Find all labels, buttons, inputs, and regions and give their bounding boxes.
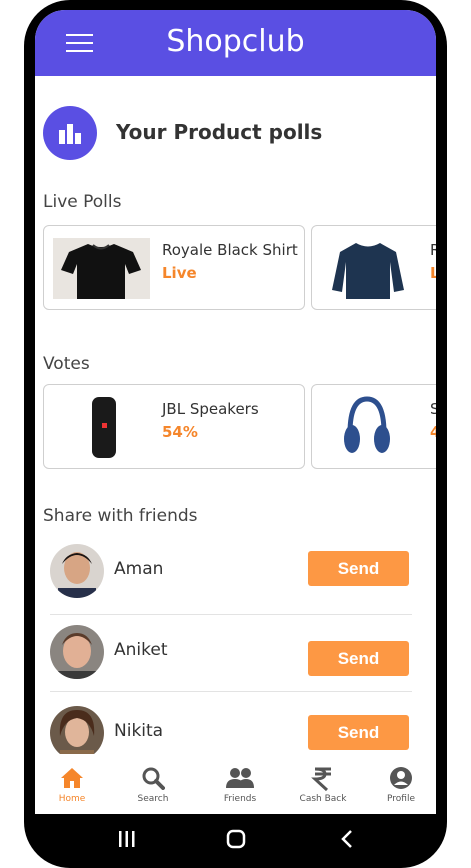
tab-label: Friends — [223, 794, 257, 804]
tab-label: Home — [58, 794, 86, 804]
divider — [50, 614, 412, 615]
divider — [50, 691, 412, 692]
friend-name: Nikita — [114, 721, 164, 741]
page-title: Your Product polls — [116, 120, 323, 144]
votes-label: Votes — [43, 354, 90, 374]
vote-percent: 54% — [162, 423, 198, 441]
avatar — [50, 706, 104, 760]
share-label: Share with friends — [43, 506, 198, 526]
avatar — [50, 544, 104, 598]
bottom-tab-bar: Home Search Friends Cash Back Profile — [35, 754, 436, 814]
tab-label: Cash Back — [299, 794, 347, 804]
home-circle-icon[interactable] — [226, 829, 246, 849]
friend-name: Aniket — [114, 640, 168, 660]
rupee-icon — [311, 767, 331, 792]
black-shirt-image — [53, 238, 150, 299]
friend-row: Aman Send — [50, 544, 412, 598]
headphones-image — [344, 396, 390, 453]
recent-apps-icon[interactable] — [118, 830, 136, 848]
send-button[interactable]: Send — [308, 551, 409, 586]
bar-chart-icon — [43, 106, 97, 160]
poll-status: L — [430, 264, 436, 282]
tab-search[interactable]: Search — [118, 754, 188, 814]
navy-sweater-image — [328, 238, 408, 299]
vote-card[interactable]: S 4 — [311, 384, 436, 469]
search-icon — [142, 767, 165, 790]
vote-percent: 4 — [430, 423, 436, 441]
avatar — [50, 625, 104, 679]
tab-friends[interactable]: Friends — [205, 754, 275, 814]
live-poll-card[interactable]: R L — [311, 225, 436, 310]
speaker-image — [92, 397, 116, 458]
tab-label: Profile — [387, 794, 415, 804]
vote-product-name: JBL Speakers — [162, 400, 259, 418]
back-icon[interactable] — [340, 829, 354, 849]
app-header: Shopclub — [35, 10, 436, 76]
live-polls-label: Live Polls — [43, 192, 122, 212]
tab-profile[interactable]: Profile — [366, 754, 436, 814]
poll-product-name: R — [430, 241, 436, 259]
friends-icon — [226, 768, 254, 788]
system-nav-bar — [35, 814, 436, 868]
home-icon — [61, 768, 83, 788]
send-button[interactable]: Send — [308, 641, 409, 676]
poll-product-name: Royale Black Shirt — [162, 241, 298, 259]
vote-product-name: S — [430, 400, 436, 418]
send-button[interactable]: Send — [308, 715, 409, 750]
tab-cash-back[interactable]: Cash Back — [288, 754, 358, 814]
profile-icon — [390, 767, 412, 789]
friend-row: Nikita Send — [50, 706, 412, 760]
tab-label: Search — [137, 794, 169, 804]
app-screen: Shopclub Your Product polls Live Polls R… — [35, 10, 436, 814]
friend-row: Aniket Send — [50, 625, 412, 679]
live-poll-card[interactable]: Royale Black Shirt Live — [43, 225, 305, 310]
tab-home[interactable]: Home — [37, 754, 107, 814]
app-title: Shopclub — [166, 24, 305, 59]
vote-card[interactable]: JBL Speakers 54% — [43, 384, 305, 469]
friend-name: Aman — [114, 559, 164, 579]
poll-status: Live — [162, 264, 197, 282]
